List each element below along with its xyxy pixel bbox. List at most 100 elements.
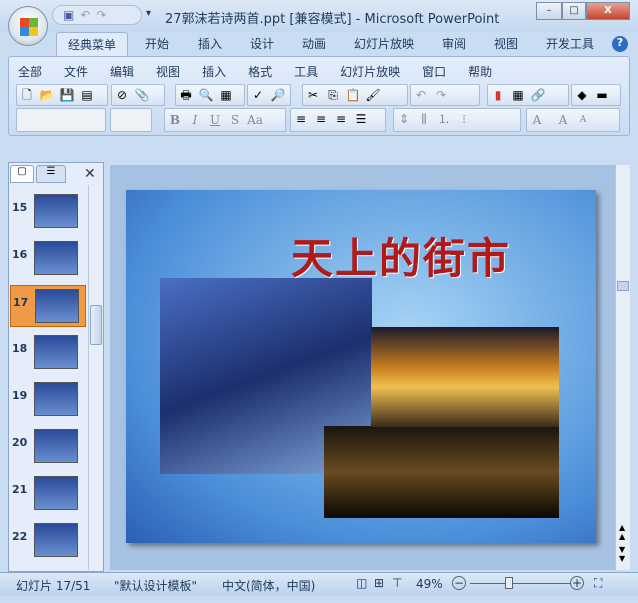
tab-insert[interactable]: 插入 [198, 35, 222, 52]
tab-classic-menu[interactable]: 经典菜单 [56, 32, 128, 58]
help-icon[interactable]: ? [612, 36, 628, 52]
menu-tools[interactable]: 工具 [294, 63, 318, 80]
slide-thumbnail[interactable]: 19 [10, 379, 86, 421]
menu-edit[interactable]: 编辑 [110, 63, 134, 80]
hyperlink-icon[interactable]: 🔗 [530, 87, 546, 103]
slide-thumbnail[interactable]: 21 [10, 473, 86, 515]
text-direction-icon[interactable]: ⫼ [416, 111, 432, 127]
align-left-icon[interactable]: ≡ [293, 111, 309, 127]
spell-toolbar: ✓ 🔎 [247, 84, 291, 106]
scroll-thumb[interactable] [90, 305, 102, 345]
table-icon[interactable]: ▦ [510, 87, 526, 103]
menu-view[interactable]: 视图 [156, 63, 180, 80]
spellcheck-icon[interactable]: ✓ [250, 87, 266, 103]
menu-help[interactable]: 帮助 [468, 63, 492, 80]
office-button[interactable] [8, 6, 48, 46]
normal-view-icon[interactable]: ◫ [356, 576, 367, 590]
bold-button[interactable]: B [167, 112, 183, 128]
menu-file[interactable]: 文件 [64, 63, 88, 80]
menu-window[interactable]: 窗口 [422, 63, 446, 80]
numbering-icon[interactable]: ⒈ [436, 111, 452, 127]
tab-developer[interactable]: 开发工具 [546, 35, 594, 52]
save-icon[interactable]: ▣ [63, 8, 74, 22]
maximize-button[interactable]: □ [562, 2, 586, 20]
attach-icon[interactable]: 📎 [134, 87, 150, 103]
tab-design[interactable]: 设计 [250, 35, 274, 52]
line-spacing-icon[interactable]: ⇕ [396, 111, 412, 127]
shrink-font-button[interactable]: A [575, 112, 591, 128]
open-icon[interactable]: 📂 [39, 87, 55, 103]
permission-icon[interactable]: ▤ [79, 87, 95, 103]
research-icon[interactable]: 🔎 [270, 87, 286, 103]
tab-slideshow[interactable]: 幻灯片放映 [354, 35, 414, 52]
align-center-icon[interactable]: ≡ [313, 111, 329, 127]
fit-to-window-icon[interactable]: ⛶ [594, 576, 602, 591]
close-button[interactable]: X [586, 2, 630, 20]
scroll-thumb[interactable] [617, 281, 629, 291]
close-pane-icon[interactable]: ✕ [84, 166, 96, 182]
bullets-icon[interactable]: ⁝ [456, 111, 472, 127]
slide-sorter-icon[interactable]: ⊞ [374, 576, 384, 590]
zoom-slider[interactable] [470, 583, 570, 584]
copy-icon[interactable]: ⎘ [325, 87, 341, 103]
mail-toolbar: ⊘ 📎 [111, 84, 165, 106]
undo-icon[interactable]: ↶ [80, 8, 90, 22]
outline-tab[interactable]: ☰ [36, 165, 66, 183]
menu-slideshow[interactable]: 幻灯片放映 [340, 63, 400, 80]
zoom-in-button[interactable]: + [570, 576, 584, 590]
tab-animation[interactable]: 动画 [302, 35, 326, 52]
slides-tab[interactable]: ▢ [10, 165, 34, 183]
undo-icon[interactable]: ↶ [413, 87, 429, 103]
cut-icon[interactable]: ✂ [305, 87, 321, 103]
change-case-button[interactable]: Aa [247, 112, 263, 128]
save-icon[interactable]: 💾 [59, 87, 75, 103]
tab-home[interactable]: 开始 [145, 35, 169, 52]
redo-icon[interactable]: ↷ [96, 8, 106, 22]
justify-icon[interactable]: ☰ [353, 111, 369, 127]
font-size-select[interactable] [110, 108, 152, 132]
grid-icon[interactable]: ▦ [218, 87, 234, 103]
font-color-button[interactable]: A [529, 112, 545, 128]
grow-font-button[interactable]: A [555, 112, 571, 128]
menu-insert[interactable]: 插入 [202, 63, 226, 80]
underline-button[interactable]: U [207, 112, 223, 128]
color-scheme-icon[interactable]: ◆ [574, 87, 590, 103]
tab-view[interactable]: 视图 [494, 35, 518, 52]
paste-icon[interactable]: 📋 [345, 87, 361, 103]
chart-icon[interactable]: ▮ [490, 87, 506, 103]
slide-canvas[interactable]: 天上的街市 [126, 190, 596, 543]
zoom-slider-thumb[interactable] [504, 577, 513, 589]
new-icon[interactable]: 🗋 [19, 87, 35, 103]
menu-all[interactable]: 全部 [18, 63, 42, 80]
ribbon-tabs: 经典菜单 开始 插入 设计 动画 幻灯片放映 审阅 视图 开发工具 ? [0, 32, 638, 58]
delete-icon[interactable]: ⊘ [114, 87, 130, 103]
next-slide-icon[interactable]: ▼ ▼ [619, 545, 625, 563]
slide-thumbnail[interactable]: 20 [10, 426, 86, 468]
customize-qat-icon[interactable]: ▾ [146, 8, 151, 19]
zoom-out-button[interactable]: − [452, 576, 466, 590]
minimize-button[interactable]: – [536, 2, 562, 20]
slide-number: 17 [13, 296, 29, 309]
zoom-level[interactable]: 49% [416, 577, 443, 591]
tab-review[interactable]: 审阅 [442, 35, 466, 52]
shadow-button[interactable]: S [227, 112, 243, 128]
slideshow-icon[interactable]: ⊤ [392, 576, 402, 590]
slide-thumbnail[interactable]: 17 [10, 285, 86, 327]
print-icon[interactable]: 🖶 [178, 87, 194, 103]
italic-button[interactable]: I [187, 112, 203, 128]
slide-thumbnail[interactable]: 15 [10, 191, 86, 233]
prev-slide-icon[interactable]: ▲ ▲ [619, 523, 625, 541]
format-painter-icon[interactable]: 🖌 [365, 87, 381, 103]
slide-scrollbar[interactable]: ▲ ▲ ▼ ▼ [615, 165, 630, 570]
slide-thumbnail[interactable]: 16 [10, 238, 86, 280]
slide-thumbnail[interactable]: 22 [10, 520, 86, 562]
menu-format[interactable]: 格式 [248, 63, 272, 80]
align-right-icon[interactable]: ≡ [333, 111, 349, 127]
redo-icon[interactable]: ↷ [433, 87, 449, 103]
thumbnail-scrollbar[interactable] [88, 185, 103, 570]
grayscale-icon[interactable]: ▬ [594, 87, 610, 103]
font-name-select[interactable] [16, 108, 106, 132]
slide-title[interactable]: 天上的街市 [291, 225, 511, 286]
slide-thumbnail[interactable]: 18 [10, 332, 86, 374]
preview-icon[interactable]: 🔍 [198, 87, 214, 103]
